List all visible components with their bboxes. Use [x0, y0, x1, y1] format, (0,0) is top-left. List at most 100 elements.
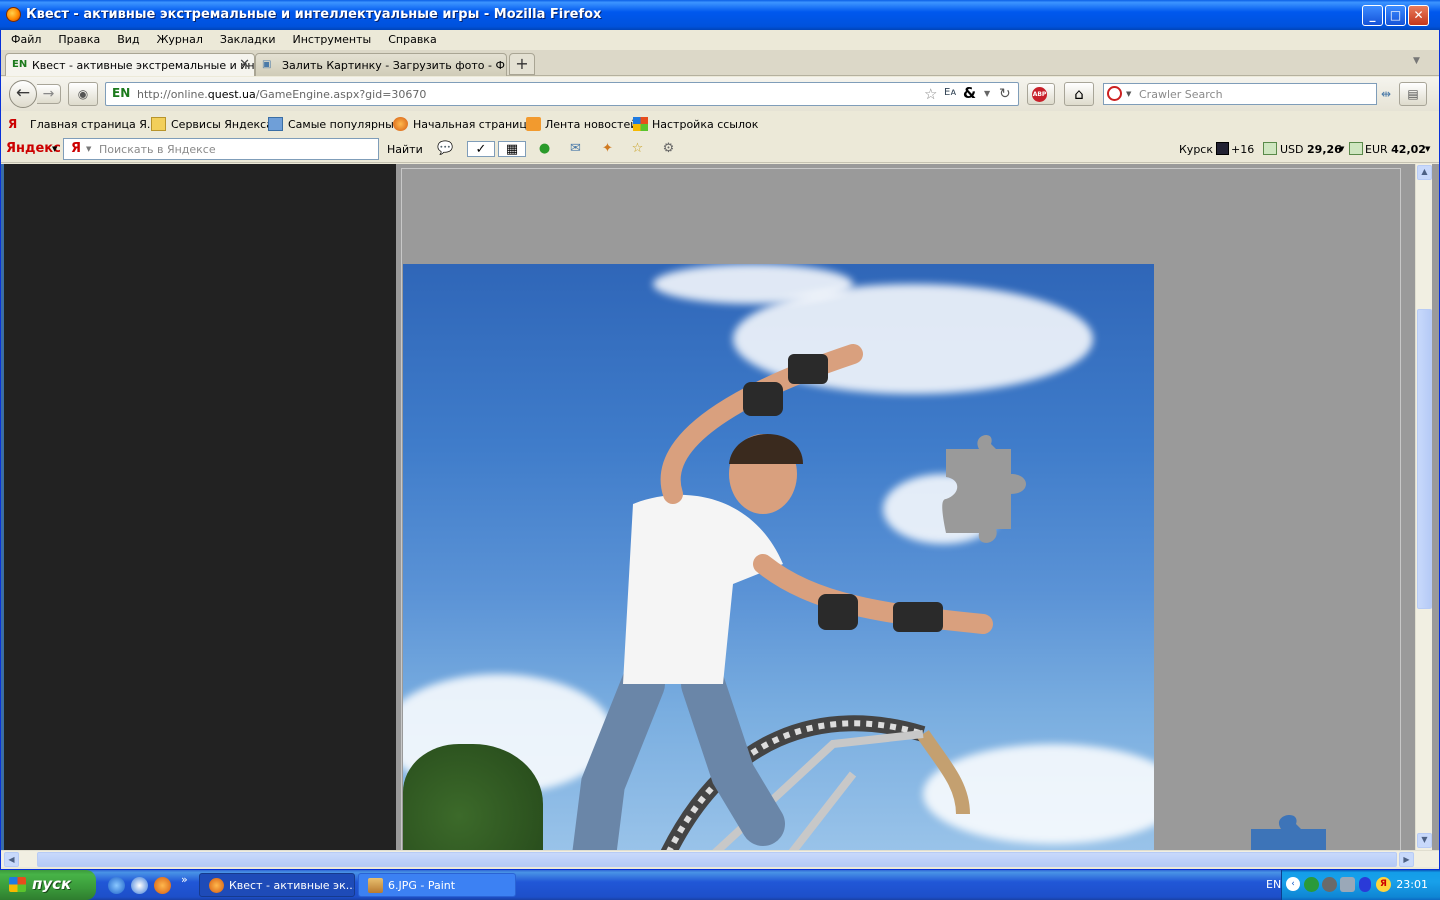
- taskbar: пуск » Квест - активные эк... 6.JPG - Pa…: [0, 870, 1440, 900]
- network-icon[interactable]: [1340, 877, 1355, 892]
- settings-gear-icon[interactable]: ⚙: [660, 141, 677, 157]
- yandex-search-input[interactable]: Я ▼ Поискать в Яндексе: [63, 138, 379, 160]
- bookmark-news-feed[interactable]: Лента новостей: [545, 118, 637, 131]
- minimize-button[interactable]: _: [1362, 5, 1383, 26]
- puzzle-photo[interactable]: [403, 264, 1154, 850]
- torrent-icon[interactable]: [1304, 877, 1319, 892]
- close-button[interactable]: ✕: [1408, 5, 1429, 26]
- tab-image-upload[interactable]: ▣ Залить Картинку - Загрузить фото - Ф..…: [255, 53, 507, 76]
- maximize-button[interactable]: □: [1385, 5, 1406, 26]
- scroll-right-arrow-icon[interactable]: ▶: [1399, 852, 1414, 867]
- privacy-button[interactable]: ◉: [68, 82, 98, 106]
- horizontal-scroll-thumb[interactable]: [37, 852, 1397, 867]
- vertical-scrollbar[interactable]: ▲ ▼: [1415, 164, 1432, 850]
- yandex-toolbar: Яндекс ▼ Я ▼ Поискать в Яндексе Найти 💬 …: [1, 136, 1439, 163]
- currency-chart-icon: [1349, 142, 1363, 155]
- browser-quicklaunch-icon[interactable]: [131, 877, 148, 894]
- favorites-star-icon[interactable]: ☆: [629, 141, 646, 157]
- puzzle-piece-shape: [1251, 814, 1326, 850]
- bookmark-star-icon[interactable]: ☆: [924, 85, 937, 103]
- loose-puzzle-piece[interactable]: [1241, 809, 1331, 850]
- title-bar[interactable]: Квест - активные экстремальные и интелле…: [0, 0, 1440, 30]
- menu-help[interactable]: Справка: [378, 30, 443, 46]
- yandex-tray-icon[interactable]: Я: [1376, 877, 1391, 892]
- bluetooth-icon[interactable]: [1359, 877, 1371, 892]
- tray-expand-icon[interactable]: ‹: [1286, 877, 1300, 891]
- back-button[interactable]: ←: [9, 80, 37, 108]
- stilt-foot: [917, 730, 970, 815]
- menu-tools[interactable]: Инструменты: [283, 30, 379, 46]
- home-button[interactable]: ⌂: [1064, 82, 1094, 106]
- search-engine-dropdown-icon[interactable]: ▼: [1126, 90, 1131, 98]
- ampersand-icon[interactable]: &: [963, 84, 976, 102]
- language-indicator[interactable]: EN: [1266, 878, 1281, 891]
- translate-icon[interactable]: Eᴀ: [944, 87, 956, 98]
- yandex-find-button[interactable]: Найти: [387, 143, 423, 156]
- mail-icon[interactable]: ✉: [567, 141, 584, 157]
- taskbar-firefox[interactable]: Квест - активные эк...: [199, 873, 355, 897]
- translate-button-icon[interactable]: ▦: [498, 141, 526, 157]
- outstretched-arm: [753, 554, 993, 634]
- scroll-up-arrow-icon[interactable]: ▲: [1417, 165, 1432, 180]
- adblock-icon: ABP: [1032, 87, 1047, 102]
- tab-list-icon[interactable]: ▼: [1413, 56, 1420, 66]
- puzzle-hole[interactable]: [941, 429, 1031, 554]
- image-icon: ▣: [262, 59, 272, 70]
- adblock-button[interactable]: ABP: [1027, 83, 1055, 105]
- scroll-down-arrow-icon[interactable]: ▼: [1417, 833, 1432, 848]
- menu-bookmarks[interactable]: Закладки: [210, 30, 283, 46]
- spellcheck-icon[interactable]: ✓: [467, 141, 495, 157]
- scroll-left-arrow-icon[interactable]: ◀: [4, 852, 19, 867]
- taskbar-paint[interactable]: 6.JPG - Paint: [358, 873, 516, 897]
- toolbar-extra-button[interactable]: ▤: [1399, 82, 1427, 106]
- menu-view[interactable]: Вид: [107, 30, 146, 46]
- paint-icon: [368, 878, 383, 893]
- address-bar[interactable]: EN http://online.quest.ua/GameEngine.asp…: [105, 82, 1019, 106]
- eur-rate[interactable]: EUR 42,02: [1365, 143, 1426, 156]
- tab-strip: EN Квест - активные экстремальные и ин..…: [1, 50, 1439, 76]
- firefox-icon[interactable]: [154, 877, 171, 894]
- yandex-input-dropdown-icon[interactable]: ▼: [86, 145, 91, 153]
- yandex-menu-dropdown-icon[interactable]: ▼: [52, 145, 57, 153]
- url-text[interactable]: http://online.quest.ua/GameEngine.aspx?g…: [137, 88, 426, 101]
- start-button[interactable]: пуск: [0, 870, 96, 900]
- puzzle-icon[interactable]: ✦: [599, 141, 616, 157]
- yandex-icon: Я: [8, 117, 18, 131]
- horizontal-scrollbar[interactable]: ◀ ▶: [1, 850, 1439, 867]
- quicklaunch-more-icon[interactable]: »: [181, 873, 188, 886]
- site-identity-icon[interactable]: EN: [112, 86, 130, 100]
- eur-dropdown-icon[interactable]: ▼: [1425, 145, 1430, 153]
- menu-history[interactable]: Журнал: [147, 30, 210, 46]
- new-tab-button[interactable]: +: [509, 53, 535, 75]
- url-dropdown-icon[interactable]: ▼: [984, 89, 990, 98]
- bookmark-yandex-services[interactable]: Сервисы Яндекса: [171, 118, 273, 131]
- search-go-icon[interactable]: ⇹: [1381, 87, 1391, 101]
- green-arrow-icon[interactable]: ●: [536, 141, 553, 157]
- comment-icon[interactable]: 💬: [437, 141, 454, 157]
- bookmark-most-popular[interactable]: Самые популярные: [288, 118, 401, 131]
- tab-quest[interactable]: EN Квест - активные экстремальные и ин..…: [5, 53, 255, 76]
- menu-file[interactable]: Файл: [1, 30, 48, 46]
- puzzle-hole-shape: [942, 434, 1026, 543]
- vertical-scroll-thumb[interactable]: [1417, 309, 1432, 609]
- reload-icon[interactable]: ↻: [999, 86, 1011, 102]
- close-tab-icon[interactable]: ✕: [239, 57, 250, 72]
- weather-city[interactable]: Курск: [1179, 143, 1213, 156]
- search-box[interactable]: ▼ Crawler Search: [1103, 83, 1377, 105]
- wrist-guard: [788, 354, 828, 384]
- bookmark-start-page[interactable]: Начальная страница: [413, 118, 534, 131]
- yandex-small-icon: Я: [71, 141, 82, 156]
- firefox-icon: [6, 7, 21, 22]
- tray-app-icon[interactable]: [1322, 877, 1337, 892]
- usd-dropdown-icon[interactable]: ▼: [1339, 145, 1344, 153]
- forward-button[interactable]: →: [37, 84, 61, 104]
- bookmark-yandex-home[interactable]: Главная страница Я...: [30, 118, 157, 131]
- internet-explorer-icon[interactable]: [108, 877, 125, 894]
- usd-rate[interactable]: USD 29,26: [1280, 143, 1342, 156]
- weather-temp[interactable]: +16: [1231, 143, 1254, 156]
- system-clock[interactable]: 23:01: [1396, 878, 1428, 891]
- search-engine-icon[interactable]: [1107, 86, 1122, 101]
- menu-edit[interactable]: Правка: [48, 30, 107, 46]
- menu-bar: Файл Правка Вид Журнал Закладки Инструменты Сп…: [1, 30, 1439, 50]
- bookmark-link-settings[interactable]: Настройка ссылок: [652, 118, 758, 131]
